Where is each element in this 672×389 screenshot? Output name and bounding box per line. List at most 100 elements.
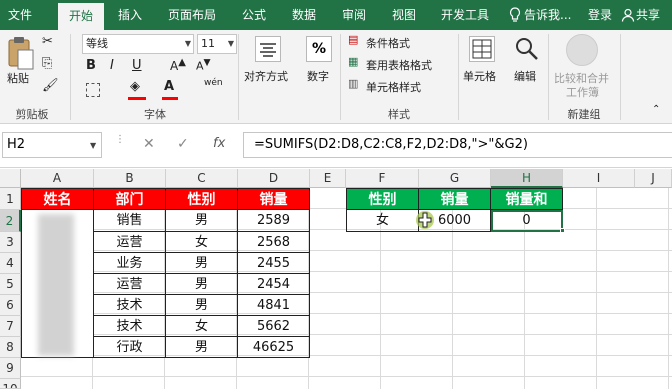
column-header-e[interactable]: E <box>310 169 346 188</box>
table-cell[interactable]: 销售 <box>94 210 166 232</box>
phonetic-icon[interactable]: wén <box>204 78 223 88</box>
table-cell[interactable]: 男 <box>166 210 238 232</box>
column-header-d[interactable]: D <box>238 169 310 188</box>
formula-input[interactable]: =SUMIFS(D2:D8,C2:C8,F2,D2:D8,">"&G2) <box>243 132 672 158</box>
collapse-ribbon-icon[interactable]: ⌃ <box>652 104 660 115</box>
row-header-2[interactable]: 2 <box>0 210 21 232</box>
table-header-gender[interactable]: 性别 <box>166 188 238 210</box>
fill-handle[interactable] <box>560 228 565 233</box>
paste-icon[interactable] <box>6 36 36 72</box>
table-cell[interactable]: 2568 <box>238 232 310 253</box>
tell-me-box[interactable]: 告诉我... <box>524 0 578 30</box>
bold-button[interactable]: B <box>86 58 96 73</box>
table-header-sales[interactable]: 销量 <box>238 188 310 210</box>
cells-icon[interactable] <box>469 36 495 62</box>
criteria-header-sales[interactable]: 销量 <box>419 188 491 210</box>
format-painter-icon[interactable]: 🖌 <box>42 78 59 93</box>
compare-merge-icon[interactable] <box>566 34 598 66</box>
table-cell[interactable]: 男 <box>166 253 238 274</box>
font-size-select[interactable]: 11 ▼ <box>197 34 237 54</box>
table-cell[interactable]: 行政 <box>94 337 166 358</box>
table-header-dept[interactable]: 部门 <box>94 188 166 210</box>
table-cell[interactable]: 男 <box>166 274 238 295</box>
row-header-6[interactable]: 6 <box>0 295 21 316</box>
cell-style-button[interactable]: 单元格样式 <box>366 79 421 95</box>
column-header-b[interactable]: B <box>94 169 166 188</box>
result-cell-h2[interactable]: 0 <box>491 210 563 232</box>
lightbulb-icon[interactable] <box>508 0 522 30</box>
copy-icon[interactable]: ⎘ <box>42 56 52 71</box>
table-cell[interactable]: 女 <box>166 316 238 337</box>
edit-button[interactable]: 编辑 <box>514 68 536 84</box>
column-header-f[interactable]: F <box>346 169 419 188</box>
table-cell[interactable]: 男 <box>166 295 238 316</box>
fill-color-icon[interactable]: ◈ <box>130 79 140 94</box>
criteria-gender-value[interactable]: 女 <box>346 210 419 232</box>
font-shrink-icon[interactable]: A▼ <box>196 57 211 73</box>
row-header-1[interactable]: 1 <box>0 188 21 210</box>
table-cell[interactable]: 男 <box>166 337 238 358</box>
criteria-header-sales-sum[interactable]: 销量和 <box>491 188 563 210</box>
select-all-corner[interactable] <box>0 169 21 188</box>
share-person-icon[interactable] <box>620 0 636 30</box>
cut-icon[interactable]: ✂ <box>42 34 53 49</box>
menu-home[interactable]: 开始 <box>58 3 104 30</box>
column-header-g[interactable]: G <box>419 169 491 188</box>
menu-developer[interactable]: 开发工具 <box>433 0 497 30</box>
number-button[interactable]: 数字 <box>307 68 329 84</box>
table-cell[interactable]: 运营 <box>94 274 166 295</box>
table-cell[interactable]: 技术 <box>94 316 166 337</box>
column-header-c[interactable]: C <box>166 169 238 188</box>
menu-file[interactable]: 文件 <box>0 0 40 30</box>
menu-review[interactable]: 审阅 <box>334 0 374 30</box>
table-cell[interactable]: 运营 <box>94 232 166 253</box>
table-cell[interactable]: 2455 <box>238 253 310 274</box>
chevron-down-icon[interactable]: ▼ <box>90 141 96 150</box>
column-header-a[interactable]: A <box>21 169 94 188</box>
italic-button[interactable]: I <box>110 58 114 73</box>
row-header-5[interactable]: 5 <box>0 274 21 295</box>
table-cell[interactable]: 46625 <box>238 337 310 358</box>
table-cell[interactable]: 2454 <box>238 274 310 295</box>
column-header-h[interactable]: H <box>491 169 563 188</box>
menu-page-layout[interactable]: 页面布局 <box>160 0 224 30</box>
confirm-icon[interactable]: ✓ <box>177 136 189 152</box>
drag-handle-icon[interactable]: ⋮ <box>115 134 125 145</box>
row-header-4[interactable]: 4 <box>0 253 21 274</box>
table-cell[interactable]: 女 <box>166 232 238 253</box>
row-header-3[interactable]: 3 <box>0 232 21 253</box>
conditional-format-button[interactable]: 条件格式 <box>366 35 410 51</box>
align-icon[interactable] <box>255 36 281 62</box>
login-link[interactable]: 登录 <box>584 0 616 30</box>
font-name-select[interactable]: 等线 ▼ <box>82 34 194 54</box>
table-cell[interactable]: 4841 <box>238 295 310 316</box>
criteria-header-gender[interactable]: 性别 <box>346 188 419 210</box>
row-header-10[interactable]: 10 <box>0 379 21 389</box>
insert-function-icon[interactable]: fx <box>213 136 225 151</box>
table-header-name[interactable]: 姓名 <box>21 188 94 210</box>
font-grow-icon[interactable]: A▲ <box>170 57 186 73</box>
cells-button[interactable]: 单元格 <box>463 68 496 84</box>
paste-button[interactable]: 粘贴 <box>7 70 29 86</box>
font-color-icon[interactable]: A <box>164 79 174 94</box>
search-icon[interactable] <box>512 34 542 64</box>
row-header-7[interactable]: 7 <box>0 316 21 337</box>
border-icon[interactable] <box>86 83 100 97</box>
compare-merge-label-2[interactable]: 工作簿 <box>566 84 599 100</box>
percent-icon[interactable]: % <box>306 36 332 62</box>
menu-insert[interactable]: 插入 <box>110 0 150 30</box>
column-header-i[interactable]: I <box>563 169 635 188</box>
table-format-button[interactable]: 套用表格格式 <box>366 57 432 73</box>
underline-button[interactable]: U <box>132 58 142 73</box>
share-button[interactable]: 共享 <box>636 0 672 30</box>
table-cell[interactable]: 技术 <box>94 295 166 316</box>
alignment-button[interactable]: 对齐方式 <box>244 68 288 84</box>
column-header-j[interactable]: J <box>635 169 672 188</box>
menu-view[interactable]: 视图 <box>384 0 424 30</box>
table-cell[interactable]: 业务 <box>94 253 166 274</box>
row-header-9[interactable]: 9 <box>0 358 21 379</box>
row-header-8[interactable]: 8 <box>0 337 21 358</box>
table-cell[interactable]: 5662 <box>238 316 310 337</box>
menu-formulas[interactable]: 公式 <box>236 0 272 30</box>
cancel-icon[interactable]: ✕ <box>143 136 155 152</box>
